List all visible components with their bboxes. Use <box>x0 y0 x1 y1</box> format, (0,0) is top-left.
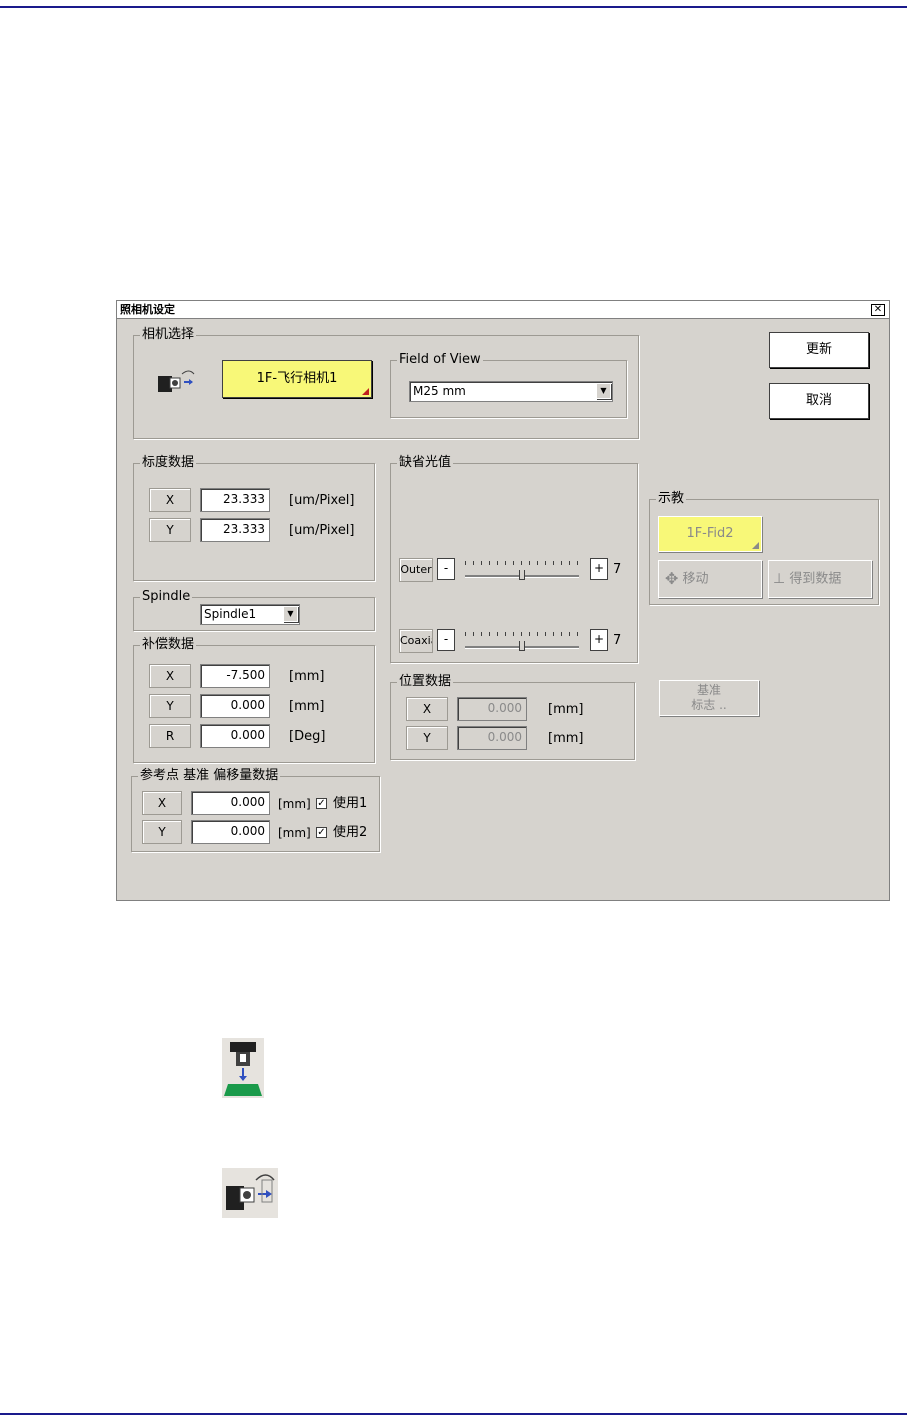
coaxial-slider-ticks <box>465 632 579 636</box>
fiducial-button-line1: 基准 <box>696 683 721 697</box>
pos-x-input: 0.000 <box>457 697 527 721</box>
camera-select-legend: 相机选择 <box>140 327 197 343</box>
pos-y-unit: [mm] <box>548 731 584 746</box>
fid-button[interactable]: 1F-Fid2 <box>658 516 762 552</box>
scale-y-input[interactable]: 23.333 <box>200 518 270 542</box>
spindle-group: Spindle Spindle1 ▼ <box>133 589 375 631</box>
comp-x-unit: [mm] <box>289 669 325 684</box>
use2-label: 使用2 <box>333 825 368 840</box>
dropdown-corner-icon <box>362 388 369 395</box>
coaxial-minus-button[interactable]: - <box>437 629 455 651</box>
pos-x-label: X <box>406 697 448 721</box>
coaxial-plus-button[interactable]: + <box>590 629 608 651</box>
position-data-legend: 位置数据 <box>397 674 454 690</box>
scale-x-label: X <box>149 488 191 512</box>
position-data-group: 位置数据 X 0.000 [mm] Y 0.000 [mm] <box>390 674 635 760</box>
ref-x-input[interactable]: 0.000 <box>191 791 270 815</box>
fiducial-button-line2: 标志 .. <box>691 698 727 712</box>
outer-slider-ticks <box>465 561 579 565</box>
comp-r-unit: [Deg] <box>289 729 326 744</box>
close-icon[interactable]: ✕ <box>871 304 885 316</box>
ref-x-unit: [mm] <box>278 797 311 811</box>
update-button[interactable]: 更新 <box>769 332 869 368</box>
axis-chart-icon: ⊥ <box>773 571 786 587</box>
ref-y-unit: [mm] <box>278 826 311 840</box>
ref-x-label: X <box>142 791 182 815</box>
dropdown-corner-icon <box>752 542 759 549</box>
field-of-view-legend: Field of View <box>397 352 483 368</box>
camera-icon <box>158 370 195 392</box>
field-of-view-value: M25 mm <box>413 384 466 398</box>
teach-group: 示教 1F-Fid2 ✥ 移动 ⊥ 得到数据 <box>649 491 879 605</box>
chevron-down-icon[interactable]: ▼ <box>596 383 611 399</box>
coaxial-light-label: Coaxia <box>399 629 433 653</box>
comp-r-label: R <box>149 724 191 748</box>
teach-legend: 示教 <box>656 491 687 507</box>
default-light-legend: 缺省光值 <box>397 455 454 471</box>
top-rule <box>0 6 907 8</box>
comp-y-unit: [mm] <box>289 699 325 714</box>
comp-x-label: X <box>149 664 191 688</box>
scale-data-legend: 标度数据 <box>140 455 197 471</box>
outer-minus-button[interactable]: - <box>437 558 455 580</box>
spindle-legend: Spindle <box>140 589 193 605</box>
get-data-button[interactable]: ⊥ 得到数据 <box>768 560 872 598</box>
dialog-title: 照相机设定 <box>117 301 889 319</box>
reference-offset-legend: 参考点 基准 偏移量数据 <box>138 768 281 784</box>
comp-r-input[interactable]: 0.000 <box>200 724 270 748</box>
ref-y-input[interactable]: 0.000 <box>191 820 270 844</box>
comp-y-input[interactable]: 0.000 <box>200 694 270 718</box>
comp-x-input[interactable]: -7.500 <box>200 664 270 688</box>
scale-x-input[interactable]: 23.333 <box>200 488 270 512</box>
outer-light-value: 7 <box>613 562 622 577</box>
fiducial-button[interactable]: 基准 标志 .. <box>659 680 759 716</box>
reference-offset-group: 参考点 基准 偏移量数据 X 0.000 [mm] ✓ 使用1 Y 0.000 … <box>131 768 380 852</box>
camera-select-button[interactable]: 1F-飞行相机1 <box>222 360 372 398</box>
fid-button-label: 1F-Fid2 <box>686 526 734 541</box>
outer-plus-button[interactable]: + <box>590 558 608 580</box>
outer-light-label: Outer <box>399 558 433 582</box>
pos-y-input: 0.000 <box>457 726 527 750</box>
scale-x-unit: [um/Pixel] <box>289 493 355 508</box>
chevron-down-icon[interactable]: ▼ <box>283 606 298 622</box>
scale-data-group: 标度数据 X 23.333 [um/Pixel] Y 23.333 [um/Pi… <box>133 455 375 581</box>
pos-y-label: Y <box>406 726 448 750</box>
use2-checkbox[interactable]: ✓ <box>316 827 327 838</box>
downward-camera-icon <box>222 1038 264 1098</box>
get-data-button-label: 得到数据 <box>789 571 842 587</box>
use1-label: 使用1 <box>333 796 368 811</box>
camera-settings-dialog: 照相机设定 ✕ 相机选择 1F-飞行相机1 Field of View M25 … <box>116 300 890 901</box>
cancel-button[interactable]: 取消 <box>769 383 869 419</box>
coaxial-slider-thumb[interactable] <box>519 641 525 651</box>
default-light-group: 缺省光值 Outer - + 7 Coaxia - + 7 <box>390 455 638 663</box>
bottom-rule <box>0 1413 907 1415</box>
scale-y-label: Y <box>149 518 191 542</box>
coaxial-light-value: 7 <box>613 633 622 648</box>
use1-checkbox[interactable]: ✓ <box>316 798 327 809</box>
spindle-value: Spindle1 <box>204 607 257 621</box>
move-button-label: 移动 <box>682 571 709 587</box>
ref-y-label: Y <box>142 820 182 844</box>
camera-select-group: 相机选择 1F-飞行相机1 Field of View M25 mm ▼ <box>133 327 639 439</box>
move-button[interactable]: ✥ 移动 <box>658 560 762 598</box>
compensation-group: 补偿数据 X -7.500 [mm] Y 0.000 [mm] R 0.000 … <box>133 637 375 763</box>
scale-y-unit: [um/Pixel] <box>289 523 355 538</box>
pos-x-unit: [mm] <box>548 702 584 717</box>
spindle-select[interactable]: Spindle1 ▼ <box>200 604 300 625</box>
outer-slider-thumb[interactable] <box>519 570 525 580</box>
comp-y-label: Y <box>149 694 191 718</box>
flying-camera-icon <box>222 1168 278 1218</box>
field-of-view-select[interactable]: M25 mm ▼ <box>409 381 613 402</box>
compensation-legend: 补偿数据 <box>140 637 197 653</box>
move-arrows-icon: ✥ <box>665 569 679 588</box>
camera-select-button-label: 1F-飞行相机1 <box>256 371 338 386</box>
field-of-view-group: Field of View M25 mm ▼ <box>390 352 627 418</box>
